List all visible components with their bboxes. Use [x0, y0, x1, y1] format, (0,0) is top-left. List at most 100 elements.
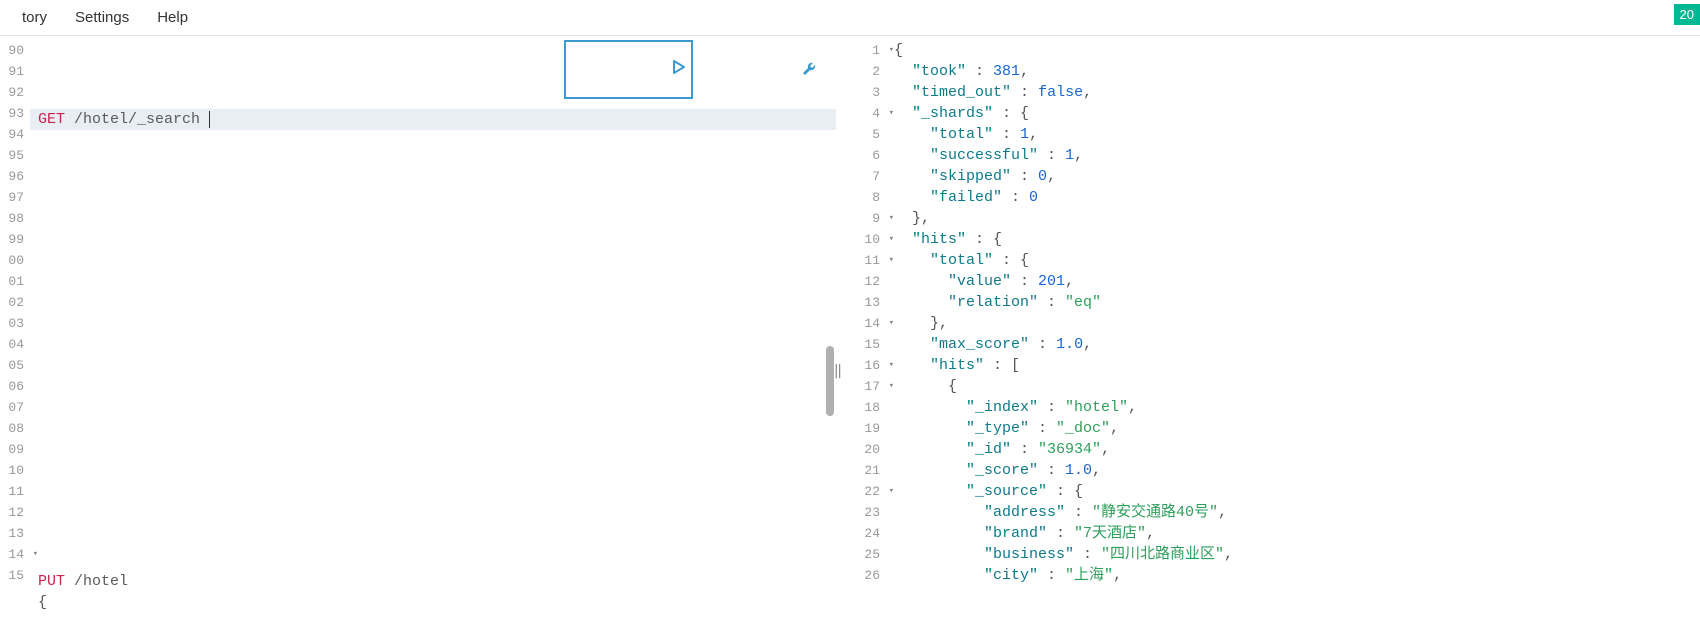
response-line: "brand" : "7天酒店", [894, 523, 1700, 544]
code-line[interactable]: PUT /hotel [38, 571, 836, 592]
line-number: 9 [836, 208, 886, 229]
pane-splitter[interactable]: ‖ [833, 356, 843, 386]
menu-history[interactable]: tory [8, 3, 61, 32]
line-number: 19 [836, 418, 886, 439]
line-number: 26 [836, 565, 886, 586]
menubar: tory Settings Help [0, 0, 1700, 36]
run-request-button[interactable] [564, 40, 693, 99]
code-line[interactable] [38, 445, 836, 466]
code-line[interactable] [38, 130, 836, 151]
line-number: 94 [0, 124, 30, 145]
code-line[interactable] [38, 256, 836, 277]
line-number: 91 [0, 61, 30, 82]
code-line[interactable] [38, 277, 836, 298]
code-line[interactable]: GET /hotel/_search [30, 109, 836, 130]
response-line: "timed_out" : false, [894, 82, 1700, 103]
code-line[interactable] [38, 529, 836, 550]
line-number: 14 [836, 313, 886, 334]
line-number: 98 [0, 208, 30, 229]
response-line: }, [894, 208, 1700, 229]
response-viewer[interactable]: { "took" : 381, "timed_out" : false, "_s… [886, 36, 1700, 636]
line-number: 01 [0, 271, 30, 292]
code-line[interactable] [38, 235, 836, 256]
line-number: 22 [836, 481, 886, 502]
code-line[interactable]: { [38, 592, 836, 613]
line-number: 10 [836, 229, 886, 250]
response-line: { [894, 376, 1700, 397]
code-line[interactable] [38, 613, 836, 634]
code-line[interactable] [38, 466, 836, 487]
response-line: "hits" : [ [894, 355, 1700, 376]
request-editor[interactable]: GET /hotel/_search PUT /hotel{ [30, 36, 836, 636]
code-line[interactable] [38, 319, 836, 340]
line-number: 08 [0, 418, 30, 439]
line-number: 18 [836, 397, 886, 418]
code-line[interactable] [38, 151, 836, 172]
line-number: 99 [0, 229, 30, 250]
line-number: 04 [0, 334, 30, 355]
response-line: "_shards" : { [894, 103, 1700, 124]
code-line[interactable] [38, 193, 836, 214]
request-options-icon[interactable] [699, 42, 818, 97]
response-line: "successful" : 1, [894, 145, 1700, 166]
line-number: 95 [0, 145, 30, 166]
response-line: "took" : 381, [894, 61, 1700, 82]
line-number: 03 [0, 313, 30, 334]
line-number: 1 [836, 40, 886, 61]
code-line[interactable] [38, 550, 836, 571]
line-number: 3 [836, 82, 886, 103]
line-number: 20 [836, 439, 886, 460]
line-number: 25 [836, 544, 886, 565]
line-number: 4 [836, 103, 886, 124]
line-number: 06 [0, 376, 30, 397]
line-number: 90 [0, 40, 30, 61]
response-line: "skipped" : 0, [894, 166, 1700, 187]
response-gutter: 1234567891011121314151617181920212223242… [836, 36, 886, 636]
response-line: "business" : "四川北路商业区", [894, 544, 1700, 565]
code-line[interactable] [38, 361, 836, 382]
response-line: }, [894, 313, 1700, 334]
line-number: 97 [0, 187, 30, 208]
line-number: 23 [836, 502, 886, 523]
code-line[interactable] [38, 214, 836, 235]
line-number: 11 [0, 481, 30, 502]
code-line[interactable] [38, 340, 836, 361]
status-badge[interactable]: 20 [1674, 4, 1700, 25]
line-number: 05 [0, 355, 30, 376]
code-line[interactable] [38, 424, 836, 445]
request-gutter: 9091929394959697989900010203040506070809… [0, 36, 30, 636]
line-number: 96 [0, 166, 30, 187]
code-line[interactable] [38, 487, 836, 508]
code-line[interactable] [38, 508, 836, 529]
line-number: 12 [836, 271, 886, 292]
line-number: 02 [0, 292, 30, 313]
code-line[interactable] [38, 403, 836, 424]
line-number: 07 [0, 397, 30, 418]
line-number: 24 [836, 523, 886, 544]
line-number: 14 [0, 544, 30, 565]
line-number: 11 [836, 250, 886, 271]
line-number: 5 [836, 124, 886, 145]
response-line: "failed" : 0 [894, 187, 1700, 208]
response-viewer-pane: 1234567891011121314151617181920212223242… [836, 36, 1700, 636]
response-line: "_index" : "hotel", [894, 397, 1700, 418]
line-number: 15 [836, 334, 886, 355]
line-number: 16 [836, 355, 886, 376]
code-line[interactable] [38, 382, 836, 403]
response-line: "max_score" : 1.0, [894, 334, 1700, 355]
line-number: 8 [836, 187, 886, 208]
line-number: 2 [836, 61, 886, 82]
menu-help[interactable]: Help [143, 3, 202, 32]
response-line: "relation" : "eq" [894, 292, 1700, 313]
line-number: 6 [836, 145, 886, 166]
line-number: 21 [836, 460, 886, 481]
menu-settings[interactable]: Settings [61, 3, 143, 32]
response-line: "_score" : 1.0, [894, 460, 1700, 481]
response-line: "total" : 1, [894, 124, 1700, 145]
line-number: 17 [836, 376, 886, 397]
code-line[interactable] [38, 172, 836, 193]
code-line[interactable] [38, 298, 836, 319]
line-number: 13 [0, 523, 30, 544]
request-editor-pane: 9091929394959697989900010203040506070809… [0, 36, 836, 636]
response-line: "address" : "静安交通路40号", [894, 502, 1700, 523]
